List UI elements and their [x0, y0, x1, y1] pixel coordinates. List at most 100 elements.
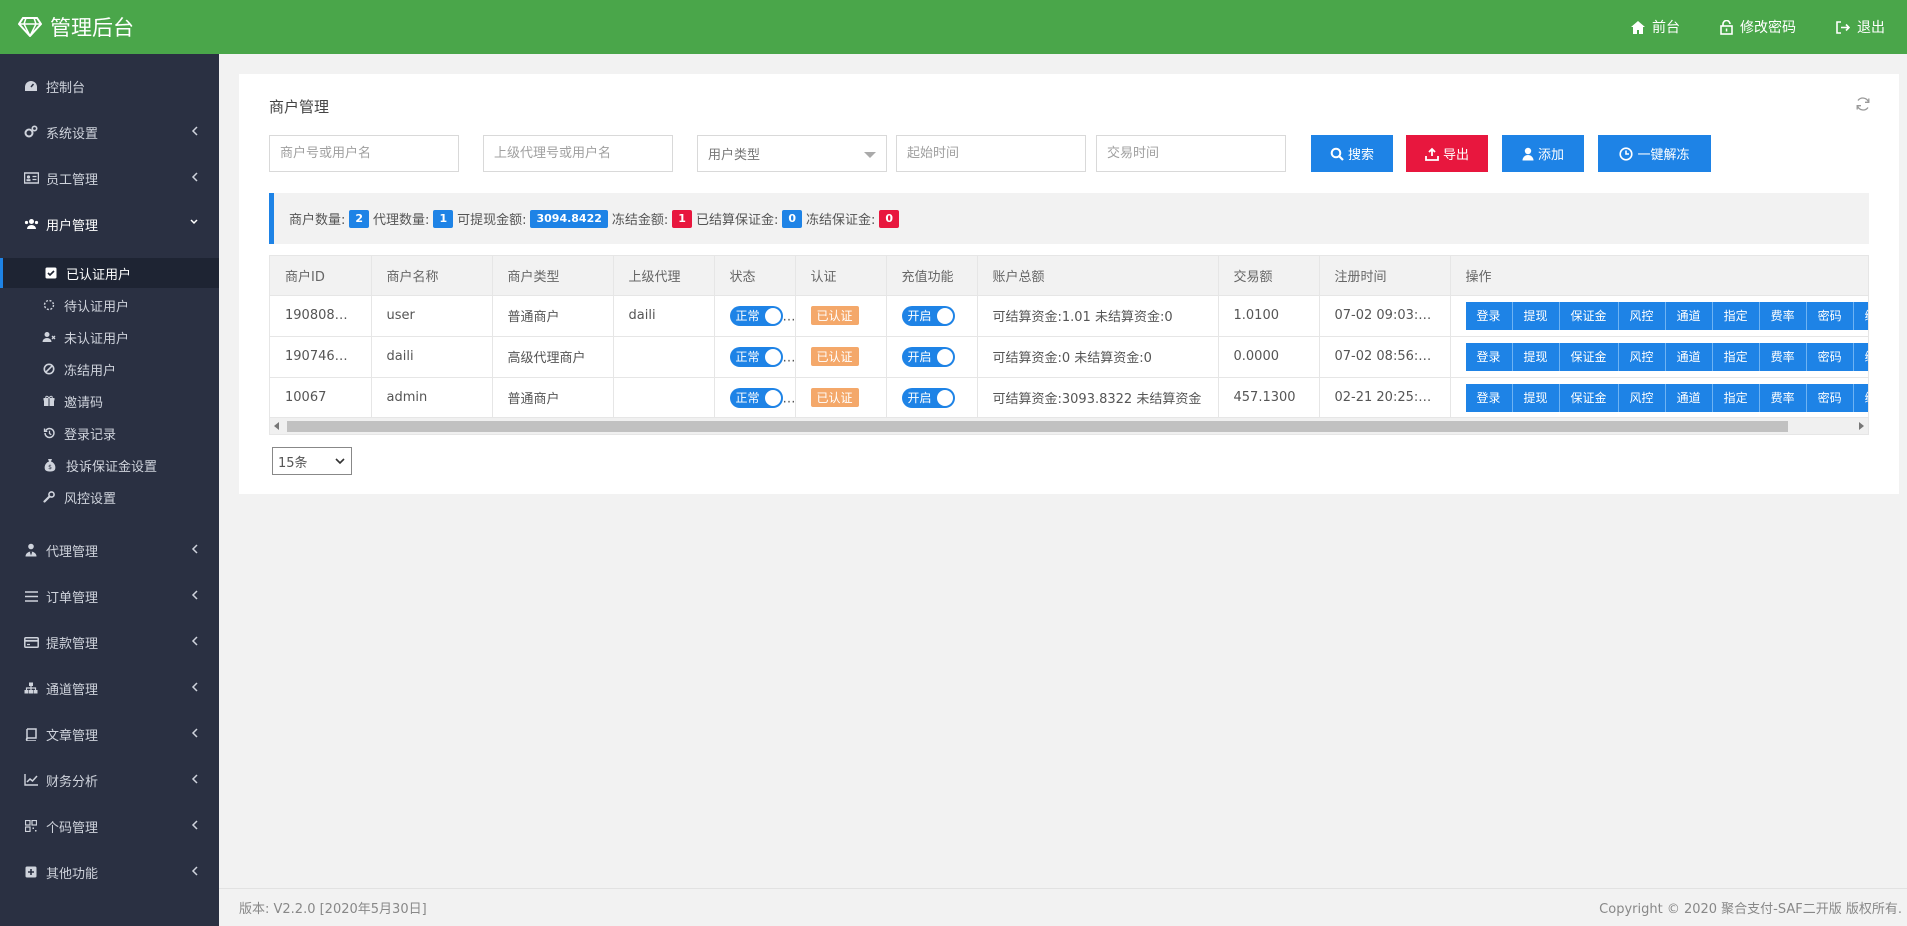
sidebar-item-channels[interactable]: 通道管理	[0, 668, 219, 708]
chevron-down-icon	[190, 219, 198, 225]
action-button[interactable]: 费率	[1759, 342, 1807, 371]
users-icon	[23, 216, 39, 232]
svg-text:$: $	[48, 464, 52, 471]
horizontal-scrollbar[interactable]	[270, 417, 1868, 434]
action-button[interactable]: 密码	[1806, 301, 1854, 330]
cell-reg-time: 07-02 08:56:54	[1319, 336, 1451, 378]
cell-type: 普通商户	[492, 377, 614, 419]
action-button[interactable]: 指定	[1712, 301, 1760, 330]
action-button[interactable]: 指定	[1712, 383, 1760, 412]
action-button[interactable]: 提现	[1512, 383, 1560, 412]
sidebar-subitem-verified-users[interactable]: 已认证用户	[0, 258, 219, 288]
sidebar-subitem-login-records[interactable]: 登录记录	[0, 418, 219, 448]
action-button[interactable]: 密码	[1806, 342, 1854, 371]
sidebar-item-staff[interactable]: 员工管理	[0, 158, 219, 198]
action-button[interactable]: 编辑	[1853, 301, 1868, 330]
user-type-select[interactable]: 用户类型	[697, 135, 887, 172]
sidebar-item-other[interactable]: 其他功能	[0, 852, 219, 892]
action-button[interactable]: 密码	[1806, 383, 1854, 412]
unfreeze-all-button[interactable]: 一键解冻	[1598, 135, 1711, 172]
sidebar-item-user-management[interactable]: 用户管理	[0, 204, 219, 244]
chevron-left-icon	[191, 682, 198, 692]
sidebar-item-dashboard[interactable]: 控制台	[0, 66, 219, 106]
start-time-input[interactable]	[896, 135, 1086, 172]
sidebar-item-orders[interactable]: 订单管理	[0, 576, 219, 616]
column-header: 交易额	[1218, 256, 1320, 296]
sidebar-subitem-risk-settings[interactable]: 风控设置	[0, 482, 219, 512]
search-button[interactable]: 搜索	[1311, 135, 1393, 172]
page-size-select[interactable]: 15条	[272, 447, 352, 475]
export-button[interactable]: 导出	[1406, 135, 1488, 172]
scrollbar-thumb[interactable]	[287, 421, 1788, 432]
action-button[interactable]: 风控	[1618, 301, 1666, 330]
logout-link[interactable]: 退出	[1836, 17, 1885, 37]
action-button[interactable]: 保证金	[1559, 301, 1619, 330]
cell-status: 正常	[714, 377, 796, 419]
recharge-toggle[interactable]: 开启	[901, 387, 955, 408]
action-button[interactable]: 指定	[1712, 342, 1760, 371]
column-header: 商户名称	[371, 256, 493, 296]
cell-type: 普通商户	[492, 295, 614, 337]
column-header: 商户ID	[270, 256, 372, 296]
scroll-right-icon[interactable]	[1859, 422, 1864, 430]
check-square-icon	[44, 266, 58, 280]
sidebar-subitem-invite-codes[interactable]: 邀请码	[0, 386, 219, 416]
action-button[interactable]: 提现	[1512, 342, 1560, 371]
footer: 版本: V2.2.0 [2020年5月30日] Copyright © 2020…	[219, 888, 1907, 926]
toggle-knob	[764, 389, 781, 406]
action-button[interactable]: 提现	[1512, 301, 1560, 330]
chevron-left-icon	[191, 544, 198, 554]
cell-actions: 登录提现保证金风控通道指定费率密码编辑	[1450, 336, 1868, 378]
action-button[interactable]: 风控	[1618, 383, 1666, 412]
recharge-toggle[interactable]: 开启	[901, 305, 955, 326]
merchant-search-input[interactable]	[269, 135, 459, 172]
sidebar: 控制台 系统设置 员工管理 用户管理 已认证用户 待认证用户 未认证用户 冻结用…	[0, 54, 219, 926]
cell-recharge: 开启	[886, 377, 978, 419]
recharge-toggle[interactable]: 开启	[901, 346, 955, 367]
sidebar-subitem-complaint-deposit[interactable]: $ 投诉保证金设置	[0, 450, 219, 480]
status-toggle[interactable]: 正常	[729, 387, 783, 408]
cell-reg-time: 02-21 20:25:44	[1319, 377, 1451, 419]
sidebar-subitem-pending-users[interactable]: 待认证用户	[0, 290, 219, 320]
sidebar-item-agents[interactable]: 代理管理	[0, 530, 219, 570]
trade-time-input[interactable]	[1096, 135, 1286, 172]
action-button[interactable]: 登录	[1465, 301, 1513, 330]
sidebar-item-withdrawals[interactable]: 提款管理	[0, 622, 219, 662]
action-button[interactable]: 费率	[1759, 301, 1807, 330]
chevron-down-icon	[335, 458, 345, 465]
frozen-deposit-badge: 0	[879, 209, 900, 228]
status-toggle[interactable]: 正常	[729, 346, 783, 367]
action-button[interactable]: 登录	[1465, 383, 1513, 412]
chevron-left-icon	[191, 126, 198, 136]
add-button[interactable]: 添加	[1502, 135, 1584, 172]
table-row: 190746432 daili 高级代理商户 正常 已认证 开启 可结算资金:0 未结算资金…	[270, 336, 1868, 378]
agent-count-badge: 1	[433, 209, 454, 228]
scroll-left-icon[interactable]	[274, 422, 279, 430]
action-button[interactable]: 通道	[1665, 383, 1713, 412]
action-button[interactable]: 通道	[1665, 342, 1713, 371]
cell-actions: 登录提现保证金风控通道指定费率密码编辑	[1450, 377, 1868, 419]
cell-id: 190808352	[270, 295, 372, 337]
parent-agent-input[interactable]	[483, 135, 673, 172]
action-button[interactable]: 保证金	[1559, 342, 1619, 371]
action-button[interactable]: 风控	[1618, 342, 1666, 371]
copyright-text: Copyright © 2020 聚合支付-SAF二开版 版权所有.	[1599, 902, 1902, 917]
app-logo[interactable]: 管理后台	[0, 12, 219, 42]
action-button[interactable]: 编辑	[1853, 383, 1868, 412]
sidebar-item-articles[interactable]: 文章管理	[0, 714, 219, 754]
action-button[interactable]: 费率	[1759, 383, 1807, 412]
toggle-knob	[764, 348, 781, 365]
refresh-icon[interactable]	[1855, 96, 1871, 112]
action-button[interactable]: 登录	[1465, 342, 1513, 371]
home-link[interactable]: 前台	[1631, 17, 1680, 37]
sidebar-subitem-frozen-users[interactable]: 冻结用户	[0, 354, 219, 384]
action-button[interactable]: 保证金	[1559, 383, 1619, 412]
action-button[interactable]: 通道	[1665, 301, 1713, 330]
change-password-link[interactable]: 修改密码	[1720, 17, 1796, 37]
sidebar-subitem-unverified-users[interactable]: 未认证用户	[0, 322, 219, 352]
sidebar-item-finance[interactable]: 财务分析	[0, 760, 219, 800]
status-toggle[interactable]: 正常	[729, 305, 783, 326]
sidebar-item-system-settings[interactable]: 系统设置	[0, 112, 219, 152]
sidebar-item-qrcodes[interactable]: 个码管理	[0, 806, 219, 846]
action-button[interactable]: 编辑	[1853, 342, 1868, 371]
